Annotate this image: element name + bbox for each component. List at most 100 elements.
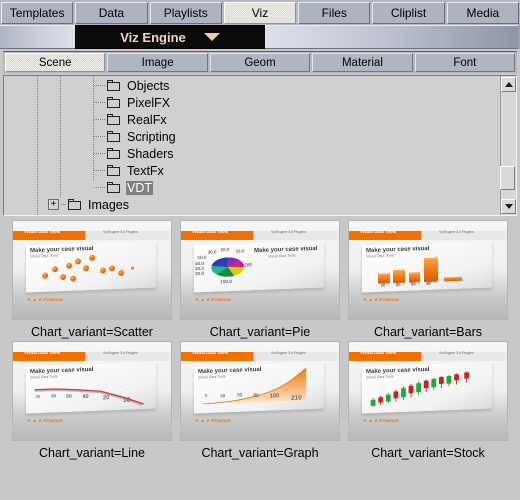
folder-icon bbox=[107, 165, 121, 176]
tree-item-label: Shaders bbox=[127, 146, 174, 161]
tab-label: Cliplist bbox=[390, 6, 427, 20]
tree-connector-icon bbox=[94, 102, 106, 103]
tab-label: Data bbox=[98, 6, 125, 20]
thumbnail-caption: Chart_variant=Bars bbox=[373, 325, 483, 339]
thumbnail-banner: Visual Data Tools VizEngine 3.6 Plugins bbox=[13, 350, 171, 361]
tab-cliplist[interactable]: Cliplist bbox=[372, 2, 445, 24]
tab-label: Viz bbox=[251, 6, 269, 20]
banner-version-label: VizEngine 3.6 Plugins bbox=[271, 229, 306, 234]
tab-data[interactable]: Data bbox=[75, 2, 148, 24]
viz-plugin-browser-window: Templates Data Playlists Viz Files Clipl… bbox=[0, 0, 520, 500]
preview-footer: A ▲ A Finance bbox=[363, 418, 399, 424]
tab-scene[interactable]: Scene bbox=[5, 53, 106, 72]
preview-footer: A ▲ A Finance bbox=[363, 297, 399, 303]
tree-item-shaders[interactable]: Shaders bbox=[4, 145, 500, 162]
thumbnail-banner: Visual Data Tools VizEngine 3.6 Plugins bbox=[181, 229, 339, 240]
banner-version-label: VizEngine 3.6 Plugins bbox=[103, 350, 138, 355]
tab-geom[interactable]: Geom bbox=[209, 53, 311, 72]
engine-selector-dropdown[interactable]: Viz Engine bbox=[75, 25, 265, 49]
scene-tree[interactable]: Objects PixelFX RealFx Scripting Shaders bbox=[4, 76, 500, 215]
engine-selector-bar: Viz Engine bbox=[0, 25, 520, 49]
scene-tree-panel: Objects PixelFX RealFx Scripting Shaders bbox=[3, 75, 517, 216]
banner-brand-label: Visual Data Tools bbox=[24, 228, 61, 234]
scroll-down-arrow-icon bbox=[504, 204, 513, 209]
tree-item-scripting[interactable]: Scripting bbox=[4, 128, 500, 145]
tab-viz[interactable]: Viz bbox=[223, 2, 297, 24]
tab-label: Playlists bbox=[163, 6, 208, 20]
tree-item-label: PixelFX bbox=[127, 95, 171, 110]
tree-connector-icon bbox=[94, 170, 106, 171]
cat-label: Geom bbox=[244, 56, 276, 69]
thumbnail-banner: Visual Data Tools VizEngine 3.6 Plugins bbox=[349, 350, 507, 361]
scatter-chart-graphic bbox=[27, 242, 153, 291]
thumbnail-caption: Chart_variant=Pie bbox=[209, 325, 311, 339]
thumbnail-item-pie[interactable]: Visual Data Tools VizEngine 3.6 Plugins … bbox=[180, 220, 340, 339]
tab-playlists[interactable]: Playlists bbox=[149, 2, 222, 24]
tree-item-pixelfx[interactable]: PixelFX bbox=[4, 94, 500, 111]
expand-plus-icon[interactable]: + bbox=[48, 199, 59, 210]
tab-label: Media bbox=[466, 6, 500, 20]
thumbnail-caption: Chart_variant=Stock bbox=[371, 446, 485, 460]
tree-item-objects[interactable]: Objects bbox=[4, 77, 500, 94]
folder-icon bbox=[107, 97, 121, 108]
thumbnail-item-graph[interactable]: Visual Data Tools VizEngine 3.6 Plugins … bbox=[180, 341, 340, 460]
tab-templates[interactable]: Templates bbox=[1, 2, 74, 24]
tab-media[interactable]: Media bbox=[446, 2, 519, 24]
thumbnail-preview[interactable]: Visual Data Tools VizEngine 3.6 Plugins … bbox=[180, 341, 340, 441]
thumbnail-item-bars[interactable]: Visual Data Tools VizEngine 3.6 Plugins … bbox=[348, 220, 508, 339]
tree-connector-icon bbox=[94, 136, 106, 137]
scroll-up-arrow-icon bbox=[504, 82, 513, 87]
thumbnail-preview[interactable]: Visual Data Tools VizEngine 3.6 Plugins … bbox=[12, 341, 172, 441]
thumbnail-item-line[interactable]: Visual Data Tools VizEngine 3.6 Plugins … bbox=[12, 341, 172, 460]
asset-thumbnail-grid: Visual Data Tools VizEngine 3.6 Plugins … bbox=[0, 220, 520, 460]
thumbnail-caption: Chart_variant=Graph bbox=[201, 446, 319, 460]
thumbnail-banner: Visual Data Tools VizEngine 3.6 Plugins bbox=[13, 228, 171, 240]
cat-label: Image bbox=[141, 56, 174, 69]
tab-label: Files bbox=[321, 6, 347, 20]
cat-label: Font bbox=[453, 56, 477, 69]
tab-label: Templates bbox=[9, 6, 65, 20]
thumbnail-caption: Chart_variant=Line bbox=[39, 446, 145, 460]
thumbnail-item-scatter[interactable]: Visual Data Tools VizEngine 3.6 Plugins … bbox=[12, 220, 172, 339]
chevron-down-icon bbox=[203, 33, 220, 41]
preview-footer: A ▲ A Finance bbox=[27, 297, 63, 303]
area-chart-graphic: 0 30 70 80 100 210 bbox=[195, 363, 321, 412]
tree-vertical-scrollbar[interactable] bbox=[500, 76, 516, 215]
folder-icon bbox=[107, 80, 121, 91]
tree-item-liberovision[interactable]: + LiberoVision bbox=[4, 213, 500, 216]
tab-image[interactable]: Image bbox=[107, 53, 208, 72]
tree-item-label: Scripting bbox=[127, 129, 176, 144]
tree-item-label: LiberoVision bbox=[87, 215, 158, 216]
tree-item-label: RealFx bbox=[127, 112, 167, 127]
tree-item-vdt[interactable]: VDT bbox=[4, 179, 500, 196]
thumbnail-preview[interactable]: Visual Data Tools VizEngine 3.6 Plugins … bbox=[348, 341, 508, 441]
preview-footer: A ▲ A Finance bbox=[195, 418, 231, 424]
tree-item-textfx[interactable]: TextFx bbox=[4, 162, 500, 179]
tab-material[interactable]: Material bbox=[312, 53, 413, 72]
tree-item-label: Objects bbox=[127, 78, 170, 93]
scroll-up-button[interactable] bbox=[501, 77, 516, 92]
tab-font[interactable]: Font bbox=[414, 53, 516, 72]
cat-label: Material bbox=[341, 56, 383, 69]
folder-icon bbox=[68, 199, 82, 210]
banner-brand-label: Visual Data Tools bbox=[192, 349, 229, 355]
thumbnail-preview[interactable]: Visual Data Tools VizEngine 3.6 Plugins … bbox=[180, 220, 340, 320]
thumbnail-preview[interactable]: Visual Data Tools VizEngine 3.6 Plugins … bbox=[348, 220, 508, 320]
tree-connector-icon bbox=[94, 187, 106, 188]
pie-chart-graphic: 30.0 20.0 10.0 10.0 40.0 30.0 20.0 100 1… bbox=[195, 246, 253, 285]
scrollbar-thumb[interactable] bbox=[500, 166, 515, 190]
line-chart-graphic: 30 30 50 90 20 10 bbox=[27, 363, 153, 412]
candlestick-chart-graphic bbox=[363, 363, 489, 412]
asset-category-tab-bar: Scene Image Geom Material Font bbox=[3, 51, 517, 73]
tree-connector-icon bbox=[94, 119, 106, 120]
thumbnail-banner: Visual Data Tools VizEngine 3.6 Plugins bbox=[181, 349, 339, 361]
scroll-down-button[interactable] bbox=[501, 199, 516, 214]
tab-files[interactable]: Files bbox=[298, 2, 371, 24]
thumbnail-item-stock[interactable]: Visual Data Tools VizEngine 3.6 Plugins … bbox=[348, 341, 508, 460]
folder-icon bbox=[107, 148, 121, 159]
tree-item-label: Images bbox=[88, 197, 129, 212]
tree-item-images[interactable]: + Images bbox=[4, 196, 500, 213]
thumbnail-preview[interactable]: Visual Data Tools VizEngine 3.6 Plugins … bbox=[12, 220, 172, 320]
tree-item-realfx[interactable]: RealFx bbox=[4, 111, 500, 128]
engine-bar-left-gradient bbox=[0, 25, 75, 49]
